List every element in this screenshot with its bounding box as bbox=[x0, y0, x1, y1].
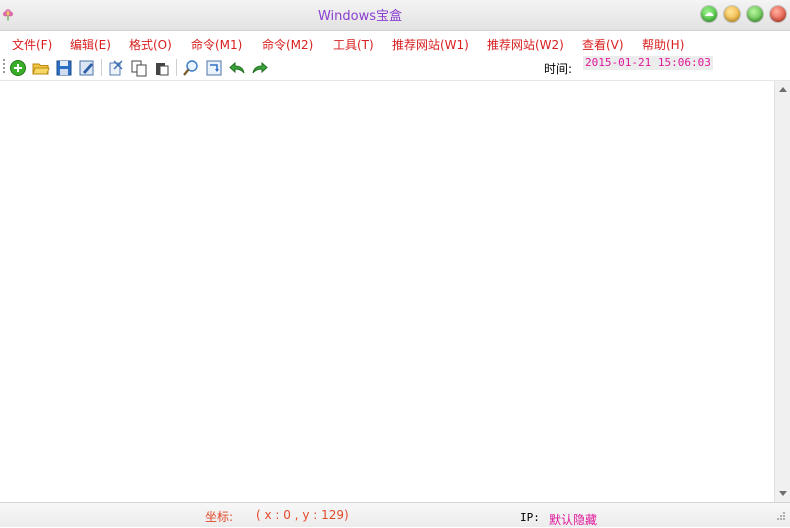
toolbar-separator bbox=[101, 59, 102, 76]
coordinate-label: 坐标: bbox=[205, 510, 234, 524]
new-icon[interactable] bbox=[9, 59, 27, 77]
menu-recommended-w1[interactable]: 推荐网站(W1) bbox=[392, 36, 469, 53]
menu-tools[interactable]: 工具(T) bbox=[333, 36, 374, 53]
minimize-button[interactable] bbox=[724, 6, 740, 22]
menu-edit[interactable]: 编辑(E) bbox=[70, 36, 111, 53]
toolbar-grip[interactable] bbox=[3, 59, 5, 75]
paste-icon[interactable] bbox=[153, 59, 171, 77]
menu-view[interactable]: 查看(V) bbox=[582, 36, 624, 53]
text-editor[interactable] bbox=[0, 81, 774, 502]
scroll-up-arrow-icon[interactable] bbox=[779, 87, 787, 92]
edit-icon[interactable] bbox=[78, 59, 96, 77]
menu-command-m2[interactable]: 命令(M2) bbox=[262, 36, 313, 53]
replace-icon[interactable] bbox=[205, 59, 223, 77]
maximize-button[interactable] bbox=[747, 6, 763, 22]
cloud-icon: ☁ bbox=[704, 8, 714, 19]
menu-bar: 文件(F) 编辑(E) 格式(O) 命令(M1) 命令(M2) 工具(T) 推荐… bbox=[0, 31, 790, 56]
status-bar: 坐标: ( x : 0 , y : 129) IP: 默认隐藏 bbox=[0, 502, 790, 527]
time-value: 2015-01-21 15:06:03 bbox=[583, 56, 713, 70]
open-icon[interactable] bbox=[32, 59, 50, 77]
title-bar: Windows宝盒 ☁ bbox=[0, 0, 790, 31]
redo-icon[interactable] bbox=[251, 59, 269, 77]
cloud-button[interactable]: ☁ bbox=[701, 6, 717, 22]
ip-label: IP: bbox=[520, 511, 540, 524]
save-icon[interactable] bbox=[55, 59, 73, 77]
copy-icon[interactable] bbox=[130, 59, 148, 77]
undo-icon[interactable] bbox=[228, 59, 246, 77]
toolbar-separator bbox=[176, 59, 177, 76]
coordinate-value: ( x : 0 , y : 129) bbox=[256, 508, 349, 522]
cut-icon[interactable] bbox=[107, 59, 125, 77]
maximize-icon bbox=[747, 6, 763, 22]
menu-help[interactable]: 帮助(H) bbox=[642, 36, 684, 53]
find-icon[interactable] bbox=[182, 59, 200, 77]
ip-value: 默认隐藏 bbox=[549, 513, 598, 527]
menu-file[interactable]: 文件(F) bbox=[12, 36, 52, 53]
vertical-scrollbar[interactable] bbox=[774, 81, 790, 502]
window-title: Windows宝盒 bbox=[317, 9, 403, 24]
close-button[interactable] bbox=[770, 6, 786, 22]
menu-format[interactable]: 格式(O) bbox=[129, 36, 172, 53]
scroll-down-arrow-icon[interactable] bbox=[779, 491, 787, 496]
menu-recommended-w2[interactable]: 推荐网站(W2) bbox=[487, 36, 564, 53]
resize-grip-icon[interactable] bbox=[776, 511, 786, 521]
minimize-icon bbox=[724, 6, 740, 22]
close-icon bbox=[770, 6, 786, 22]
time-label: 时间: bbox=[544, 62, 573, 76]
menu-command-m1[interactable]: 命令(M1) bbox=[191, 36, 242, 53]
toolbar: 时间: 2015-01-21 15:06:03 bbox=[0, 56, 790, 81]
